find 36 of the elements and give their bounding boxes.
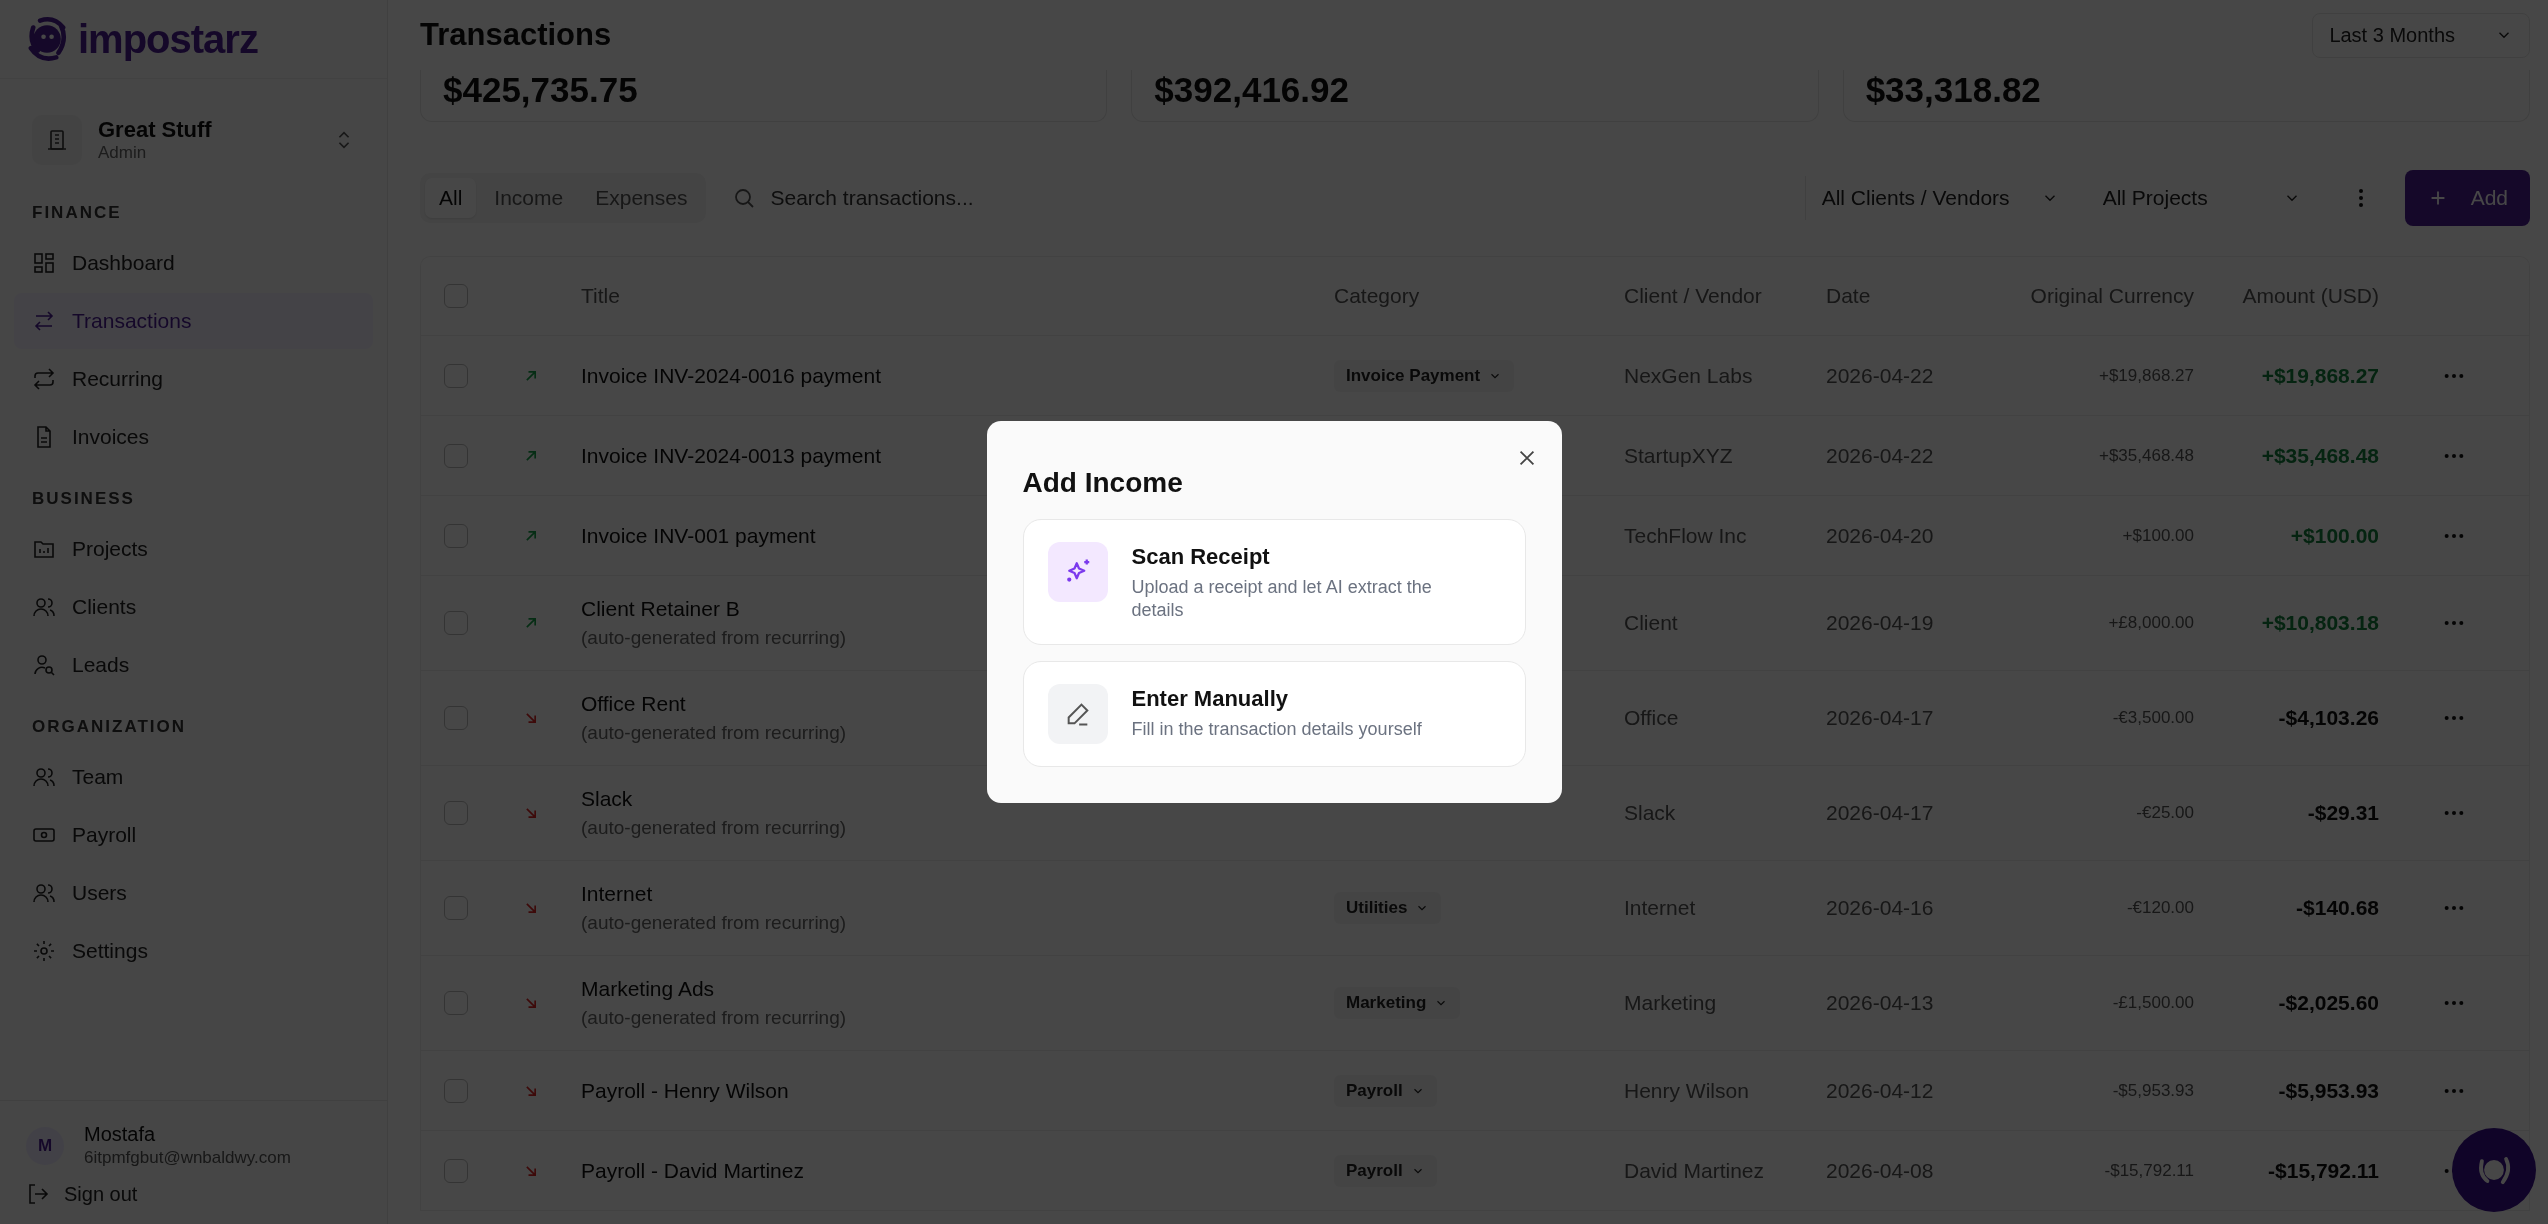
transaction-title: Client Retainer B — [581, 597, 740, 621]
brand-name: impostarz — [78, 16, 258, 62]
page-title: Transactions — [420, 17, 612, 53]
user-name: Mostafa — [84, 1123, 157, 1146]
nav-section-heading: ORGANIZATION — [31, 716, 187, 738]
transaction-title: Invoice INV-2024-0016 payment — [581, 363, 882, 388]
stat-value: $392,416.92 — [1154, 72, 1349, 107]
nav-section-heading: BUSINESS — [31, 488, 136, 510]
transaction-title: Invoice INV-2024-0013 payment — [581, 443, 882, 468]
stat-value: $33,318.82 — [1865, 72, 2041, 107]
dialog-title: Add Income — [1022, 466, 1183, 499]
transaction-title: Payroll - Henry Wilson — [581, 1078, 789, 1103]
transaction-title: Office Rent — [581, 692, 686, 716]
option-description: Fill in the transaction details yourself — [1131, 718, 1422, 742]
option-title: Enter Manually — [1131, 686, 1289, 713]
transaction-title: Invoice INV-001 payment — [581, 523, 816, 548]
amount-cell-text: -$2,025.60 — [2277, 991, 2379, 1015]
dialog-option[interactable]: Scan Receipt Upload a receipt and let AI extract the details — [1022, 518, 1526, 646]
amount-cell-text: -$29.31 — [2306, 801, 2379, 825]
option-description: Upload a receipt and let AI extract the details — [1131, 575, 1433, 622]
amount-cell-text: +$10,803.18 — [2260, 611, 2379, 635]
option-title: Scan Receipt — [1131, 543, 1271, 570]
nav-section-heading: FINANCE — [31, 202, 123, 224]
transaction-title: Slack — [581, 787, 633, 811]
amount-cell-text: -$4,103.26 — [2277, 706, 2379, 730]
amount-cell-text: -$140.68 — [2295, 896, 2379, 920]
amount-cell-text: +$100.00 — [2289, 523, 2379, 548]
amount-cell-text: +$35,468.48 — [2260, 443, 2379, 468]
dialog-option[interactable]: Enter Manually Fill in the transaction details yourself — [1022, 661, 1526, 768]
transaction-title: Internet — [581, 882, 653, 906]
stat-value: $425,735.75 — [443, 72, 638, 107]
transaction-title: Payroll - David Martinez — [581, 1158, 804, 1183]
transaction-title: Marketing Ads — [581, 977, 715, 1001]
amount-cell-text: -$5,953.93 — [2277, 1078, 2379, 1103]
amount-cell-text: +$19,868.27 — [2260, 363, 2379, 388]
amount-cell-text: -$15,792.11 — [2267, 1158, 2379, 1183]
